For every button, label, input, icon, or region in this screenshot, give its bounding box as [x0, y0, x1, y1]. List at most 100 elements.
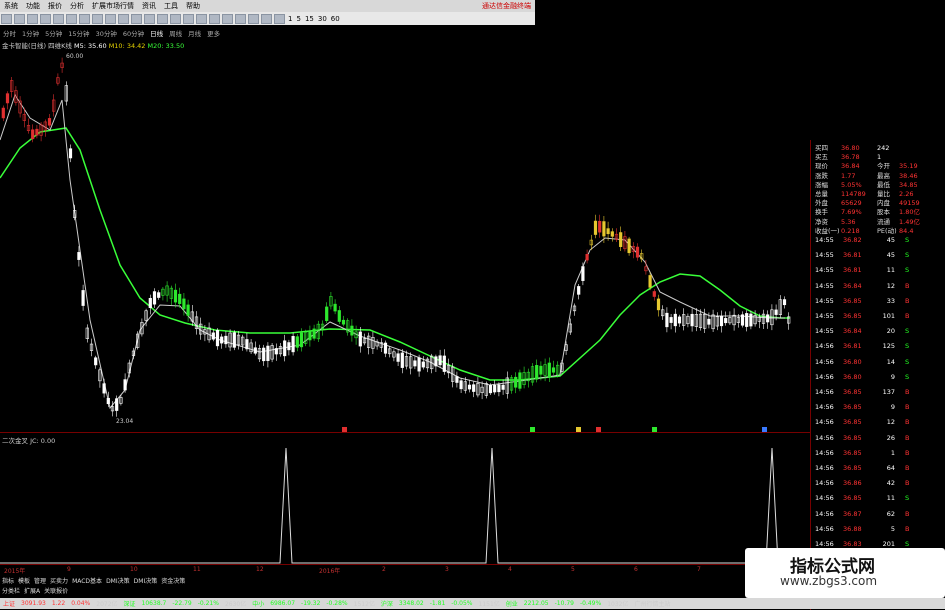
- status-item: -0.28%: [326, 600, 348, 607]
- quote-key2: PE(动): [877, 226, 897, 235]
- tick-side: S: [905, 357, 910, 366]
- status-item: 3348.02: [398, 600, 424, 607]
- tick-row: 14:55 36.81 11 S: [815, 266, 909, 274]
- tick-row: 14:56 36.80 9 S: [815, 373, 909, 381]
- indicator-tab[interactable]: 买卖力: [48, 576, 70, 585]
- tick-price: 36.85: [843, 296, 862, 305]
- date-axis-label: 3: [445, 566, 449, 573]
- tick-time: 14:56: [815, 342, 834, 351]
- tick-volume: 14: [886, 357, 895, 366]
- tick-row: 14:55 36.82 45 S: [815, 236, 909, 244]
- tick-price: 36.80: [843, 357, 862, 366]
- tick-price: 36.82: [843, 236, 862, 244]
- tick-time: 14:56: [815, 403, 834, 412]
- tick-volume: 45: [886, 236, 895, 244]
- date-axis-label: 6: [634, 566, 638, 573]
- status-item: 1.22: [51, 600, 66, 607]
- indicator-tab[interactable]: 管理: [32, 576, 48, 585]
- status-item: -0.05%: [451, 600, 473, 607]
- date-axis: 2015年91011122016年2345678: [0, 564, 810, 575]
- tick-row: 14:56 36.86 42 B: [815, 479, 909, 487]
- tick-time: 14:56: [815, 357, 834, 366]
- status-item: -0.21%: [197, 600, 219, 607]
- tick-side: S: [905, 327, 910, 336]
- bottom-tab[interactable]: 关联报价: [42, 586, 70, 595]
- status-item: 深证: [123, 601, 136, 608]
- tick-time: 14:56: [815, 540, 834, 548]
- tick-time: 14:55: [815, 266, 834, 275]
- tick-price: 36.85: [843, 433, 862, 442]
- tick-time: 14:55: [815, 327, 834, 336]
- tick-price: 36.88: [843, 524, 862, 533]
- status-item: -19.32: [301, 600, 321, 607]
- status-item: -0.49%: [579, 600, 602, 607]
- tick-side: B: [905, 312, 910, 320]
- indicator-tab[interactable]: 指标: [0, 576, 16, 585]
- indicator-tab[interactable]: 资金决策: [159, 576, 187, 585]
- tick-volume: 1: [890, 448, 895, 457]
- tick-volume: 26: [886, 433, 895, 442]
- indicator-tab[interactable]: 模板: [16, 576, 32, 585]
- kline-chart[interactable]: 60.00 23.04: [0, 0, 810, 565]
- indicator-tab[interactable]: DMI决策: [104, 576, 132, 585]
- tick-row: 14:56 36.85 12 B: [815, 418, 909, 426]
- candles-group: [1, 57, 791, 417]
- tick-time: 14:55: [815, 251, 834, 260]
- tick-row: 14:56 36.85 11 S: [815, 494, 909, 502]
- status-item: 0.04%: [71, 600, 91, 607]
- ma20-line: [0, 127, 790, 381]
- low-annotation: 23.04: [116, 418, 133, 425]
- tick-time: 14:55: [815, 236, 834, 244]
- tick-volume: 62: [886, 509, 895, 518]
- tick-side: B: [905, 418, 910, 427]
- tick-side: S: [905, 540, 910, 548]
- tick-price: 36.85: [843, 448, 862, 457]
- status-item: 上证: [3, 601, 16, 608]
- sub-chart-legend: 二次金叉 JC: 0.00: [2, 437, 56, 445]
- tick-price: 36.85: [843, 464, 862, 472]
- status-item: -10.79: [554, 600, 574, 607]
- tick-time: 14:55: [815, 296, 834, 305]
- tick-price: 36.81: [843, 251, 862, 260]
- tick-time: 14:56: [815, 372, 834, 381]
- tick-side: S: [905, 251, 910, 260]
- tick-row: 14:56 36.85 26 B: [815, 434, 909, 442]
- tick-time: 14:56: [815, 479, 834, 488]
- tick-price: 36.85: [843, 403, 862, 412]
- tick-side: B: [905, 509, 910, 518]
- tick-price: 36.87: [843, 509, 862, 518]
- watermark-url: www.zbgs3.com: [780, 574, 878, 588]
- tick-row: 14:56 36.81 125 S: [815, 342, 909, 350]
- tick-row: 14:56 36.83 201 S: [815, 540, 909, 548]
- bottom-tab[interactable]: 分类栏: [0, 586, 22, 595]
- tick-price: 36.84: [843, 281, 862, 290]
- tick-side: S: [905, 372, 910, 381]
- tick-volume: 101: [882, 312, 895, 320]
- date-axis-label: 7: [697, 566, 701, 573]
- indicator-tab[interactable]: DMI决策: [132, 576, 160, 585]
- tick-price: 36.86: [843, 479, 862, 488]
- bottom-tab[interactable]: 扩展A: [22, 586, 42, 595]
- indicator-tab[interactable]: MACD基本: [70, 576, 104, 585]
- date-axis-label: 2015年: [4, 568, 26, 575]
- tick-row: 14:56 36.85 9 B: [815, 403, 909, 411]
- tick-price: 36.80: [843, 372, 862, 381]
- tick-side: B: [905, 403, 910, 412]
- tick-row: 14:55 36.84 12 B: [815, 282, 909, 290]
- tick-volume: 201: [882, 540, 895, 548]
- quote-value2: 84.4: [899, 226, 914, 235]
- tick-price: 36.85: [843, 388, 862, 396]
- tick-volume: 9: [890, 403, 895, 412]
- tick-row: 14:55 36.81 45 S: [815, 251, 909, 259]
- status-item: 沪深: [380, 601, 393, 608]
- tick-side: B: [905, 448, 910, 457]
- tick-row: 14:56 36.85 137 B: [815, 388, 909, 396]
- tick-time: 14:56: [815, 509, 834, 518]
- tick-time: 14:56: [815, 388, 834, 396]
- status-item: 1512亿: [353, 601, 375, 608]
- tick-row: 14:55 36.85 101 B: [815, 312, 909, 320]
- tick-price: 36.81: [843, 342, 862, 351]
- tick-side: S: [905, 236, 910, 244]
- date-axis-label: 4: [508, 566, 512, 573]
- tick-volume: 12: [886, 418, 895, 427]
